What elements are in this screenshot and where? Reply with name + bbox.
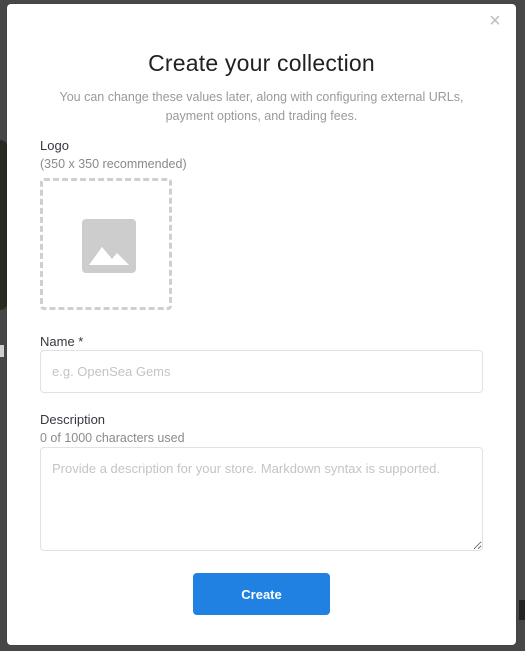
logo-hint: (350 x 350 recommended) [40,157,187,171]
description-label: Description [40,412,106,427]
close-icon[interactable]: × [486,11,504,31]
description-counter: 0 of 1000 characters used [40,431,185,445]
logo-upload-dropzone[interactable] [40,178,172,310]
create-collection-modal: × Create your collection You can change … [7,4,516,645]
modal-title: Create your collection [148,50,375,76]
description-input[interactable] [40,447,483,551]
name-label: Name * [40,334,84,349]
name-input[interactable] [40,350,483,393]
modal-subtitle: You can change these values later, along… [59,90,464,123]
create-button[interactable]: Create [193,573,330,615]
image-placeholder-icon [82,219,136,273]
background-content [519,600,525,620]
background-content [0,345,4,357]
logo-label: Logo [40,138,69,153]
